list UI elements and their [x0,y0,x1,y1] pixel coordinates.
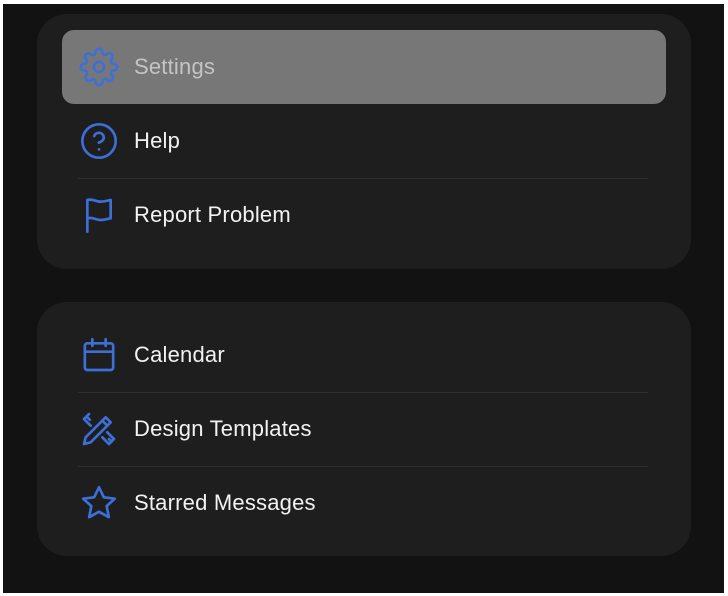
menu-item-label: Help [134,128,181,153]
calendar-icon [79,335,119,375]
menu-item-calendar[interactable]: Calendar [62,318,666,392]
menu-item-starred-messages[interactable]: Starred Messages [62,466,666,540]
menu-item-help[interactable]: Help [62,104,666,178]
menu-item-label: Starred Messages [134,490,316,515]
menu-item-label: Design Templates [134,416,312,441]
menu-item-design-templates[interactable]: Design Templates [62,392,666,466]
menu-item-label: Report Problem [134,202,291,227]
menu-group-support: Settings Help Report Problem [37,14,691,269]
menu-item-settings[interactable]: Settings [62,30,666,104]
flag-icon [79,195,119,235]
menu-item-label: Settings [134,54,216,79]
settings-menu-screen: Settings Help Report Problem Calendar De… [3,4,724,593]
pencil-ruler-icon [79,409,119,449]
gear-icon [79,47,119,87]
menu-group-tools: Calendar Design Templates Starred Messag… [37,302,691,556]
menu-item-report-problem[interactable]: Report Problem [62,178,666,252]
menu-item-label: Calendar [134,342,225,367]
star-icon [79,483,119,523]
question-circle-icon [79,121,119,161]
